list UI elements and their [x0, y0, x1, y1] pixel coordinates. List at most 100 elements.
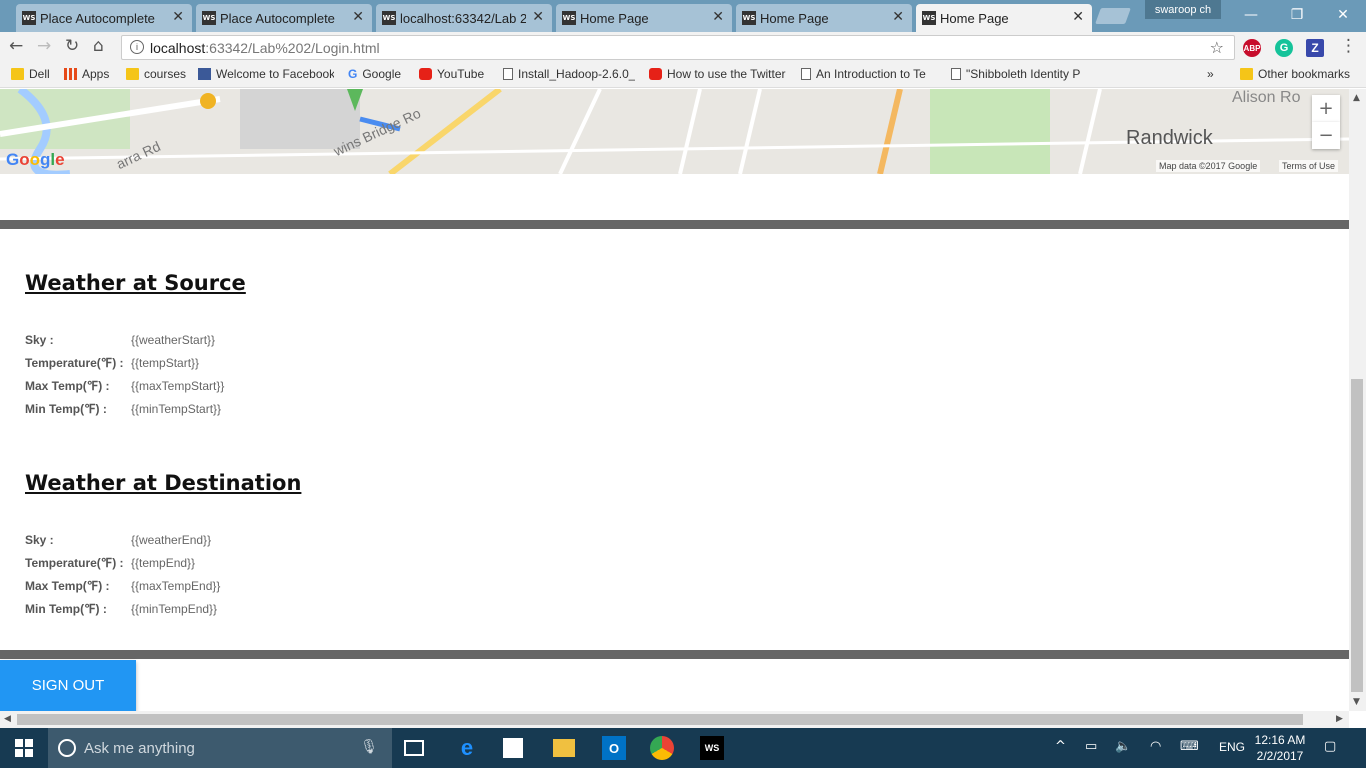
- profile-button[interactable]: swaroop ch: [1145, 0, 1221, 19]
- windows-start-icon[interactable]: [0, 728, 48, 768]
- file-explorer-icon[interactable]: [553, 739, 575, 757]
- bookmark-item[interactable]: "Shibboleth Identity P: [951, 67, 1087, 81]
- scroll-thumb[interactable]: [1351, 379, 1363, 692]
- field-value: {{maxTempStart}}: [131, 379, 225, 393]
- bookmark-item[interactable]: Apps: [64, 67, 120, 81]
- bookmark-item[interactable]: How to use the Twitter: [649, 67, 787, 81]
- facebook-icon: [198, 68, 211, 80]
- wifi-icon[interactable]: ◠: [1150, 739, 1161, 754]
- info-icon[interactable]: i: [130, 40, 144, 54]
- keyboard-icon[interactable]: ⌨: [1180, 739, 1199, 754]
- map-terms-link[interactable]: Terms of Use: [1279, 160, 1339, 172]
- clock[interactable]: 12:16 AM 2/2/2017: [1250, 732, 1310, 764]
- map-place-label: Alison Ro: [1232, 89, 1301, 106]
- horizontal-scrollbar[interactable]: ◀ ▶: [0, 711, 1349, 728]
- scroll-left-icon[interactable]: ◀: [4, 714, 11, 724]
- field-label: Min Temp(℉) :: [25, 602, 107, 616]
- window-close-icon[interactable]: ✕: [1320, 0, 1366, 30]
- source-weather-title: Weather at Source: [25, 271, 246, 295]
- browser-tab[interactable]: WS Place Autocomplete ✕: [196, 4, 372, 32]
- back-icon[interactable]: ←: [9, 36, 23, 56]
- cortana-search-box[interactable]: Ask me anything 🎙: [48, 728, 392, 768]
- bookmark-label: An Introduction to Te: [816, 67, 926, 81]
- bookmark-item[interactable]: Install_Hadoop-2.6.0_: [503, 67, 635, 81]
- tab-label: Home Page: [760, 10, 829, 26]
- minimize-icon[interactable]: —: [1228, 0, 1274, 30]
- browser-tab[interactable]: WS Home Page ✕: [736, 4, 912, 32]
- close-icon[interactable]: ✕: [532, 9, 544, 25]
- tab-label: Home Page: [940, 10, 1009, 26]
- other-bookmarks[interactable]: Other bookmarks: [1240, 67, 1350, 81]
- grammarly-icon[interactable]: G: [1275, 39, 1293, 57]
- zoom-out-button[interactable]: −: [1312, 122, 1340, 149]
- folder-icon: [126, 68, 139, 80]
- bookmarks-bar: Dell Apps courses Welcome to Facebook GG…: [0, 62, 1366, 88]
- maximize-icon[interactable]: ❐: [1274, 0, 1320, 30]
- webstorm-taskbar-icon[interactable]: WS: [700, 736, 724, 760]
- browser-tab[interactable]: WS Home Page ✕: [556, 4, 732, 32]
- close-icon[interactable]: ✕: [712, 9, 724, 25]
- scroll-up-icon[interactable]: ▲: [1353, 93, 1360, 103]
- browser-tab[interactable]: WS Place Autocomplete ✕: [16, 4, 192, 32]
- bookmark-label: Dell: [29, 67, 50, 81]
- browser-tab[interactable]: WS localhost:63342/Lab 2/ ✕: [376, 4, 552, 32]
- tab-label: Home Page: [580, 10, 649, 26]
- adblock-icon[interactable]: ABP: [1243, 39, 1261, 57]
- menu-icon[interactable]: ⋮: [1340, 36, 1357, 56]
- z-extension-icon[interactable]: Z: [1306, 39, 1324, 57]
- close-icon[interactable]: ✕: [1072, 9, 1084, 25]
- divider: [0, 650, 1349, 659]
- task-view-icon[interactable]: [404, 740, 424, 756]
- scroll-right-icon[interactable]: ▶: [1336, 714, 1343, 724]
- forward-icon[interactable]: →: [37, 36, 51, 56]
- home-icon[interactable]: ⌂: [93, 36, 104, 56]
- bookmark-item[interactable]: YouTube: [419, 67, 491, 81]
- webstorm-icon: WS: [562, 11, 576, 25]
- field-label: Sky :: [25, 533, 54, 547]
- close-icon[interactable]: ✕: [352, 9, 364, 25]
- source-temp-row: Temperature(℉) : {{tempStart}}: [25, 356, 199, 370]
- new-tab-button[interactable]: [1095, 8, 1131, 24]
- action-center-icon[interactable]: ▢: [1324, 739, 1336, 754]
- store-icon[interactable]: [503, 738, 523, 758]
- bookmark-star-icon[interactable]: ☆: [1210, 38, 1224, 57]
- bookmark-label: Google: [362, 67, 402, 81]
- tab-label: localhost:63342/Lab 2/: [400, 10, 526, 26]
- volume-icon[interactable]: 🔈: [1115, 739, 1131, 754]
- cortana-icon: [58, 739, 76, 757]
- show-hidden-icons[interactable]: ^: [1055, 739, 1066, 754]
- address-bar[interactable]: i localhost:63342/Lab%202/Login.html ☆: [121, 35, 1235, 60]
- source-sky-row: Sky : {{weatherStart}}: [25, 333, 215, 347]
- tab-label: Place Autocomplete: [220, 10, 335, 26]
- field-label: Min Temp(℉) :: [25, 402, 107, 416]
- bookmarks-overflow-button[interactable]: »: [1207, 67, 1214, 81]
- vertical-scrollbar[interactable]: ▲ ▼: [1349, 89, 1366, 711]
- source-maxtemp-row: Max Temp(℉) : {{maxTempStart}}: [25, 379, 224, 393]
- reload-icon[interactable]: ↻: [65, 36, 79, 56]
- bookmark-item[interactable]: courses: [126, 67, 192, 81]
- bookmark-item[interactable]: Welcome to Facebook: [198, 67, 334, 81]
- toolbar: ← → ↻ ⌂ i localhost:63342/Lab%202/Login.…: [0, 32, 1366, 62]
- edge-icon[interactable]: e: [455, 735, 479, 760]
- page-icon: [801, 68, 811, 80]
- route-map[interactable]: Randwick Alison Ro arra Rd wins Bridge R…: [0, 89, 1349, 174]
- webstorm-icon: WS: [922, 11, 936, 25]
- close-icon[interactable]: ✕: [892, 9, 904, 25]
- close-icon[interactable]: ✕: [172, 9, 184, 25]
- bookmark-item[interactable]: Dell: [11, 67, 57, 81]
- bookmark-item[interactable]: G Google: [348, 67, 412, 81]
- browser-tab-active[interactable]: WS Home Page ✕: [916, 4, 1092, 32]
- battery-icon[interactable]: ▭: [1085, 739, 1097, 754]
- apps-icon: [64, 68, 77, 80]
- scroll-down-icon[interactable]: ▼: [1353, 697, 1360, 707]
- scroll-thumb[interactable]: [17, 714, 1303, 725]
- zoom-in-button[interactable]: +: [1312, 95, 1340, 122]
- map-place-label: Randwick: [1126, 127, 1213, 149]
- bookmark-item[interactable]: An Introduction to Te: [801, 67, 937, 81]
- sign-out-button[interactable]: SIGN OUT: [0, 660, 136, 711]
- language-indicator[interactable]: ENG: [1219, 740, 1245, 754]
- folder-icon: [11, 68, 24, 80]
- microphone-icon[interactable]: 🎙: [360, 738, 378, 755]
- chrome-icon[interactable]: [650, 736, 674, 760]
- outlook-icon[interactable]: O: [602, 736, 626, 760]
